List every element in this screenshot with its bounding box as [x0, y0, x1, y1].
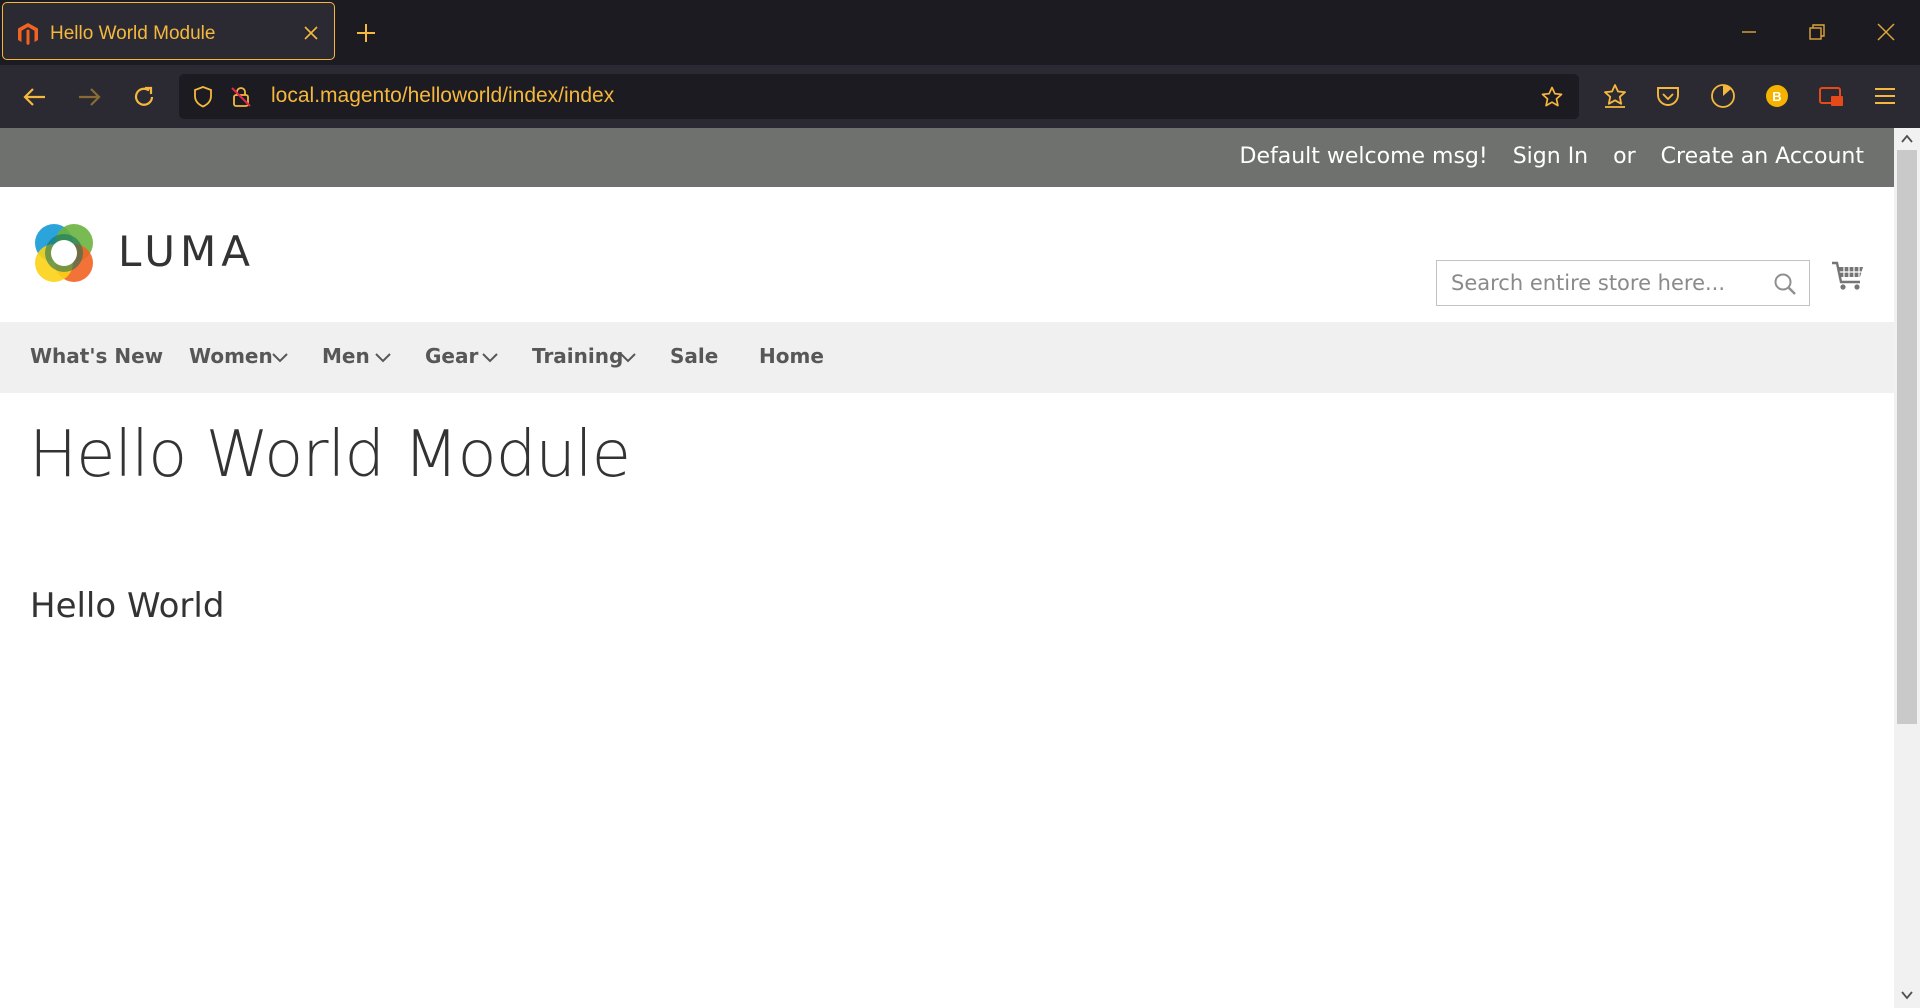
screen-share-icon[interactable]	[1816, 81, 1846, 111]
nav-item-home[interactable]: Home	[759, 344, 824, 368]
luma-logo[interactable]: LUMA	[30, 219, 250, 287]
chevron-down-icon[interactable]	[271, 352, 289, 364]
sign-in-link[interactable]: Sign In	[1513, 144, 1588, 169]
nav-item-gear[interactable]: Gear	[425, 344, 478, 368]
timer-extension-icon[interactable]	[1708, 81, 1738, 111]
back-icon[interactable]	[21, 83, 49, 111]
tab-title: Hello World Module	[50, 23, 216, 44]
scroll-down-icon[interactable]	[1900, 988, 1914, 1002]
cart-icon[interactable]	[1830, 257, 1866, 293]
browser-tab-bar: Hello World Module	[0, 0, 1920, 65]
reload-icon[interactable]	[130, 83, 158, 111]
hamburger-menu-icon[interactable]	[1870, 81, 1900, 111]
browser-tab[interactable]: Hello World Module	[2, 2, 335, 60]
minimize-icon[interactable]	[1737, 20, 1761, 44]
forward-icon[interactable]	[75, 83, 103, 111]
address-bar[interactable]: local.magento/helloworld/index/index	[179, 74, 1579, 119]
search-box[interactable]	[1436, 260, 1810, 306]
chevron-down-icon[interactable]	[374, 352, 392, 364]
scrollbar-thumb[interactable]	[1897, 150, 1917, 724]
magento-favicon-icon	[18, 23, 38, 45]
nav-item-training[interactable]: Training	[532, 344, 623, 368]
or-text: or	[1613, 144, 1636, 169]
chevron-down-icon[interactable]	[619, 352, 637, 364]
search-icon[interactable]	[1773, 272, 1797, 296]
page-title: Hello World Module	[29, 418, 631, 492]
nav-item-sale[interactable]: Sale	[670, 344, 718, 368]
pocket-icon[interactable]	[1653, 81, 1683, 111]
url-text[interactable]: local.magento/helloworld/index/index	[271, 84, 614, 108]
logo-text: LUMA	[118, 227, 256, 276]
bookmark-star-icon[interactable]	[1540, 85, 1564, 109]
b-extension-icon[interactable]: B	[1762, 81, 1792, 111]
shield-icon[interactable]	[191, 85, 215, 109]
svg-text:B: B	[1772, 89, 1781, 104]
restore-icon[interactable]	[1805, 20, 1829, 44]
close-tab-icon[interactable]	[303, 25, 319, 41]
header-links: Default welcome msg! Sign In or Create a…	[1222, 144, 1865, 169]
welcome-message: Default welcome msg!	[1239, 144, 1488, 169]
browser-toolbar: local.magento/helloworld/index/index B	[0, 65, 1920, 128]
main-navigation: What's New Women Men Gear Training Sale …	[0, 322, 1894, 393]
page-content-text: Hello World	[30, 586, 225, 626]
nav-item-whats-new[interactable]: What's New	[30, 344, 163, 368]
nav-item-women[interactable]: Women	[189, 344, 273, 368]
create-account-link[interactable]: Create an Account	[1661, 144, 1864, 169]
luma-logo-icon	[35, 224, 93, 282]
new-tab-icon[interactable]	[354, 21, 378, 45]
insecure-lock-icon[interactable]	[229, 85, 253, 109]
search-input[interactable]	[1437, 261, 1771, 305]
chevron-down-icon[interactable]	[481, 352, 499, 364]
header-content: LUMA	[0, 187, 1894, 322]
vertical-scrollbar[interactable]	[1894, 128, 1920, 1008]
page-viewport: Default welcome msg! Sign In or Create a…	[0, 128, 1920, 1008]
close-window-icon[interactable]	[1874, 20, 1898, 44]
bookmarks-icon[interactable]	[1600, 81, 1630, 111]
panel-header: Default welcome msg! Sign In or Create a…	[0, 128, 1894, 187]
scroll-up-icon[interactable]	[1900, 132, 1914, 146]
nav-item-men[interactable]: Men	[322, 344, 370, 368]
